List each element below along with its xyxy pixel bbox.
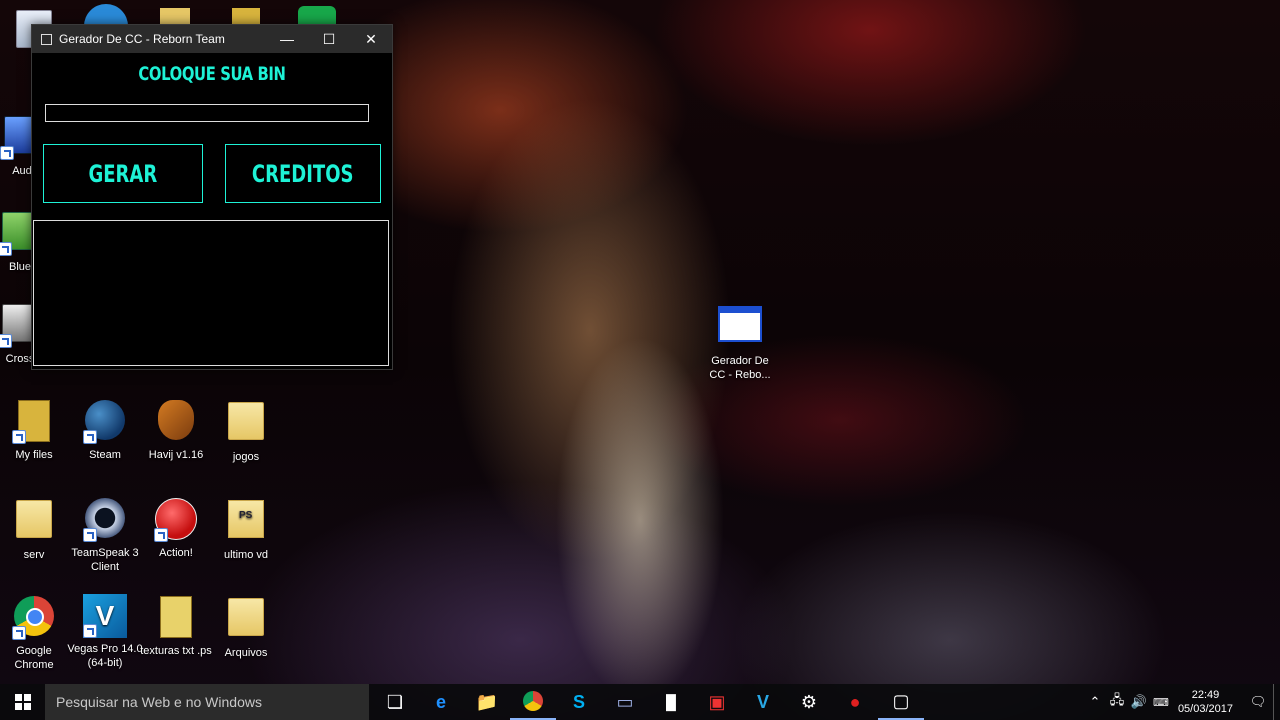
terminal-icon[interactable]: █ [648,684,694,720]
desktop-icon-label: ultimo vd [223,549,269,561]
desktop-icon-label: Blue [8,261,32,273]
action-record-icon [154,498,198,542]
folder-icon [154,596,198,640]
close-button[interactable]: ✕ [350,25,392,53]
desktop-icon-teamspeak[interactable]: TeamSpeak 3 Client [67,496,143,574]
desktop-icon-jogos[interactable]: jogos [208,398,284,464]
network-icon[interactable]: 🖧 [1106,691,1128,713]
chrome-icon [12,596,56,640]
system-tray: ⌃ 🖧 🔊 ⌨ 22:49 05/03/2017 🗨 [1084,684,1280,720]
desktop-icon-label: Aud [12,165,32,177]
photoshop-folder-icon [224,500,268,544]
clock-time: 22:49 [1191,689,1220,701]
gerar-button[interactable]: GERAR [43,144,203,203]
partial-top-icon-1[interactable] [84,4,128,26]
keyboard-icon[interactable]: ⌨ [1150,696,1172,709]
task-view-icon[interactable]: ❏ [372,684,418,720]
desktop-icon-ultimo[interactable]: ultimo vd [208,496,284,562]
output-textarea[interactable] [33,220,389,366]
settings-gear-icon[interactable]: ⚙ [786,684,832,720]
minimize-button[interactable]: — [266,25,308,53]
edge-icon[interactable]: e [418,684,464,720]
bin-heading: COLOQUE SUA BIN [138,63,286,85]
vegas-icon[interactable]: V [740,684,786,720]
teamspeak-icon [83,498,127,542]
desktop-icon-label: Havij v1.16 [148,449,204,461]
desktop-icon-label: Vegas Pro 14.0 (64-bit) [67,643,143,669]
app-window-icon [41,33,52,45]
folder-icon [224,598,268,642]
search-placeholder: Pesquisar na Web e no Windows [56,694,262,710]
window-app-icon [718,306,762,350]
folder-icon [12,400,56,444]
volume-icon[interactable]: 🔊 [1128,694,1150,710]
window-titlebar[interactable]: Gerador De CC - Reborn Team — ☐ ✕ [32,25,392,53]
action-record-icon[interactable]: ● [832,684,878,720]
clock-date: 05/03/2017 [1177,703,1233,715]
desktop-icon-label: texturas txt .ps [140,645,212,657]
maximize-button[interactable]: ☐ [308,25,350,53]
desktop-icon-label: serv [23,549,45,561]
desktop-icon-label: TeamSpeak 3 Client [71,547,139,573]
desktop-icon-serv[interactable]: serv [0,496,72,562]
havij-icon [154,400,198,444]
desktop-icon-arquivos[interactable]: Arquivos [208,594,284,660]
desktop-icon-chrome[interactable]: Google Chrome [0,594,72,672]
taskbar: Pesquisar na Web e no Windows ❏ e 📁 S ▭ … [0,684,1280,720]
desktop-icon-havij[interactable]: Havij v1.16 [138,398,214,462]
window-app-icon[interactable]: ▢ [878,684,924,720]
gerar-button-label: GERAR [88,159,158,188]
steam-icon [83,400,127,444]
show-desktop-button[interactable] [1273,684,1280,720]
desktop-icon-label: Steam [89,449,121,461]
file-explorer-icon[interactable]: 📁 [464,684,510,720]
desktop-icon-label: Arquivos [224,647,268,659]
desktop-icon-steam[interactable]: Steam [67,398,143,462]
chrome-icon[interactable] [510,684,556,720]
desktop-icon-label: jogos [232,451,260,463]
app-red-icon[interactable]: ▣ [694,684,740,720]
bin-input[interactable] [45,104,369,122]
desktop-icon-vegas[interactable]: V Vegas Pro 14.0 (64-bit) [67,594,143,670]
start-button[interactable] [0,684,45,720]
creditos-button[interactable]: CREDITOS [225,144,381,203]
vegas-icon: V [83,594,127,638]
skype-icon[interactable]: S [556,684,602,720]
notification-center-icon[interactable]: 🗨 [1243,684,1273,720]
gerador-window: Gerador De CC - Reborn Team — ☐ ✕ COLOQU… [31,24,393,370]
chevron-up-icon[interactable]: ⌃ [1084,694,1106,710]
taskbar-search-box[interactable]: Pesquisar na Web e no Windows [45,684,369,720]
windows-logo-icon [14,694,31,710]
taskbar-clock[interactable]: 22:49 05/03/2017 [1178,688,1233,716]
window-title: Gerador De CC - Reborn Team [59,32,225,46]
desktop-icon-action[interactable]: Action! [138,496,214,560]
folder-icon [224,402,268,446]
desktop-icon-label: My files [15,449,53,461]
notepad-icon[interactable]: ▭ [602,684,648,720]
desktop-icon-label: Google Chrome [14,645,54,671]
desktop-icon-label: Gerador De CC - Rebo... [709,355,771,381]
desktop-icon-myfiles[interactable]: My files [0,398,72,462]
desktop-icon-label: Action! [159,547,193,559]
desktop-icon-gerador[interactable]: Gerador De CC - Rebo... [702,300,778,382]
folder-icon [12,500,56,544]
desktop-icon-texturas[interactable]: texturas txt .ps [138,594,214,658]
creditos-button-label: CREDITOS [252,159,354,188]
partial-top-icon-4[interactable] [298,6,336,26]
